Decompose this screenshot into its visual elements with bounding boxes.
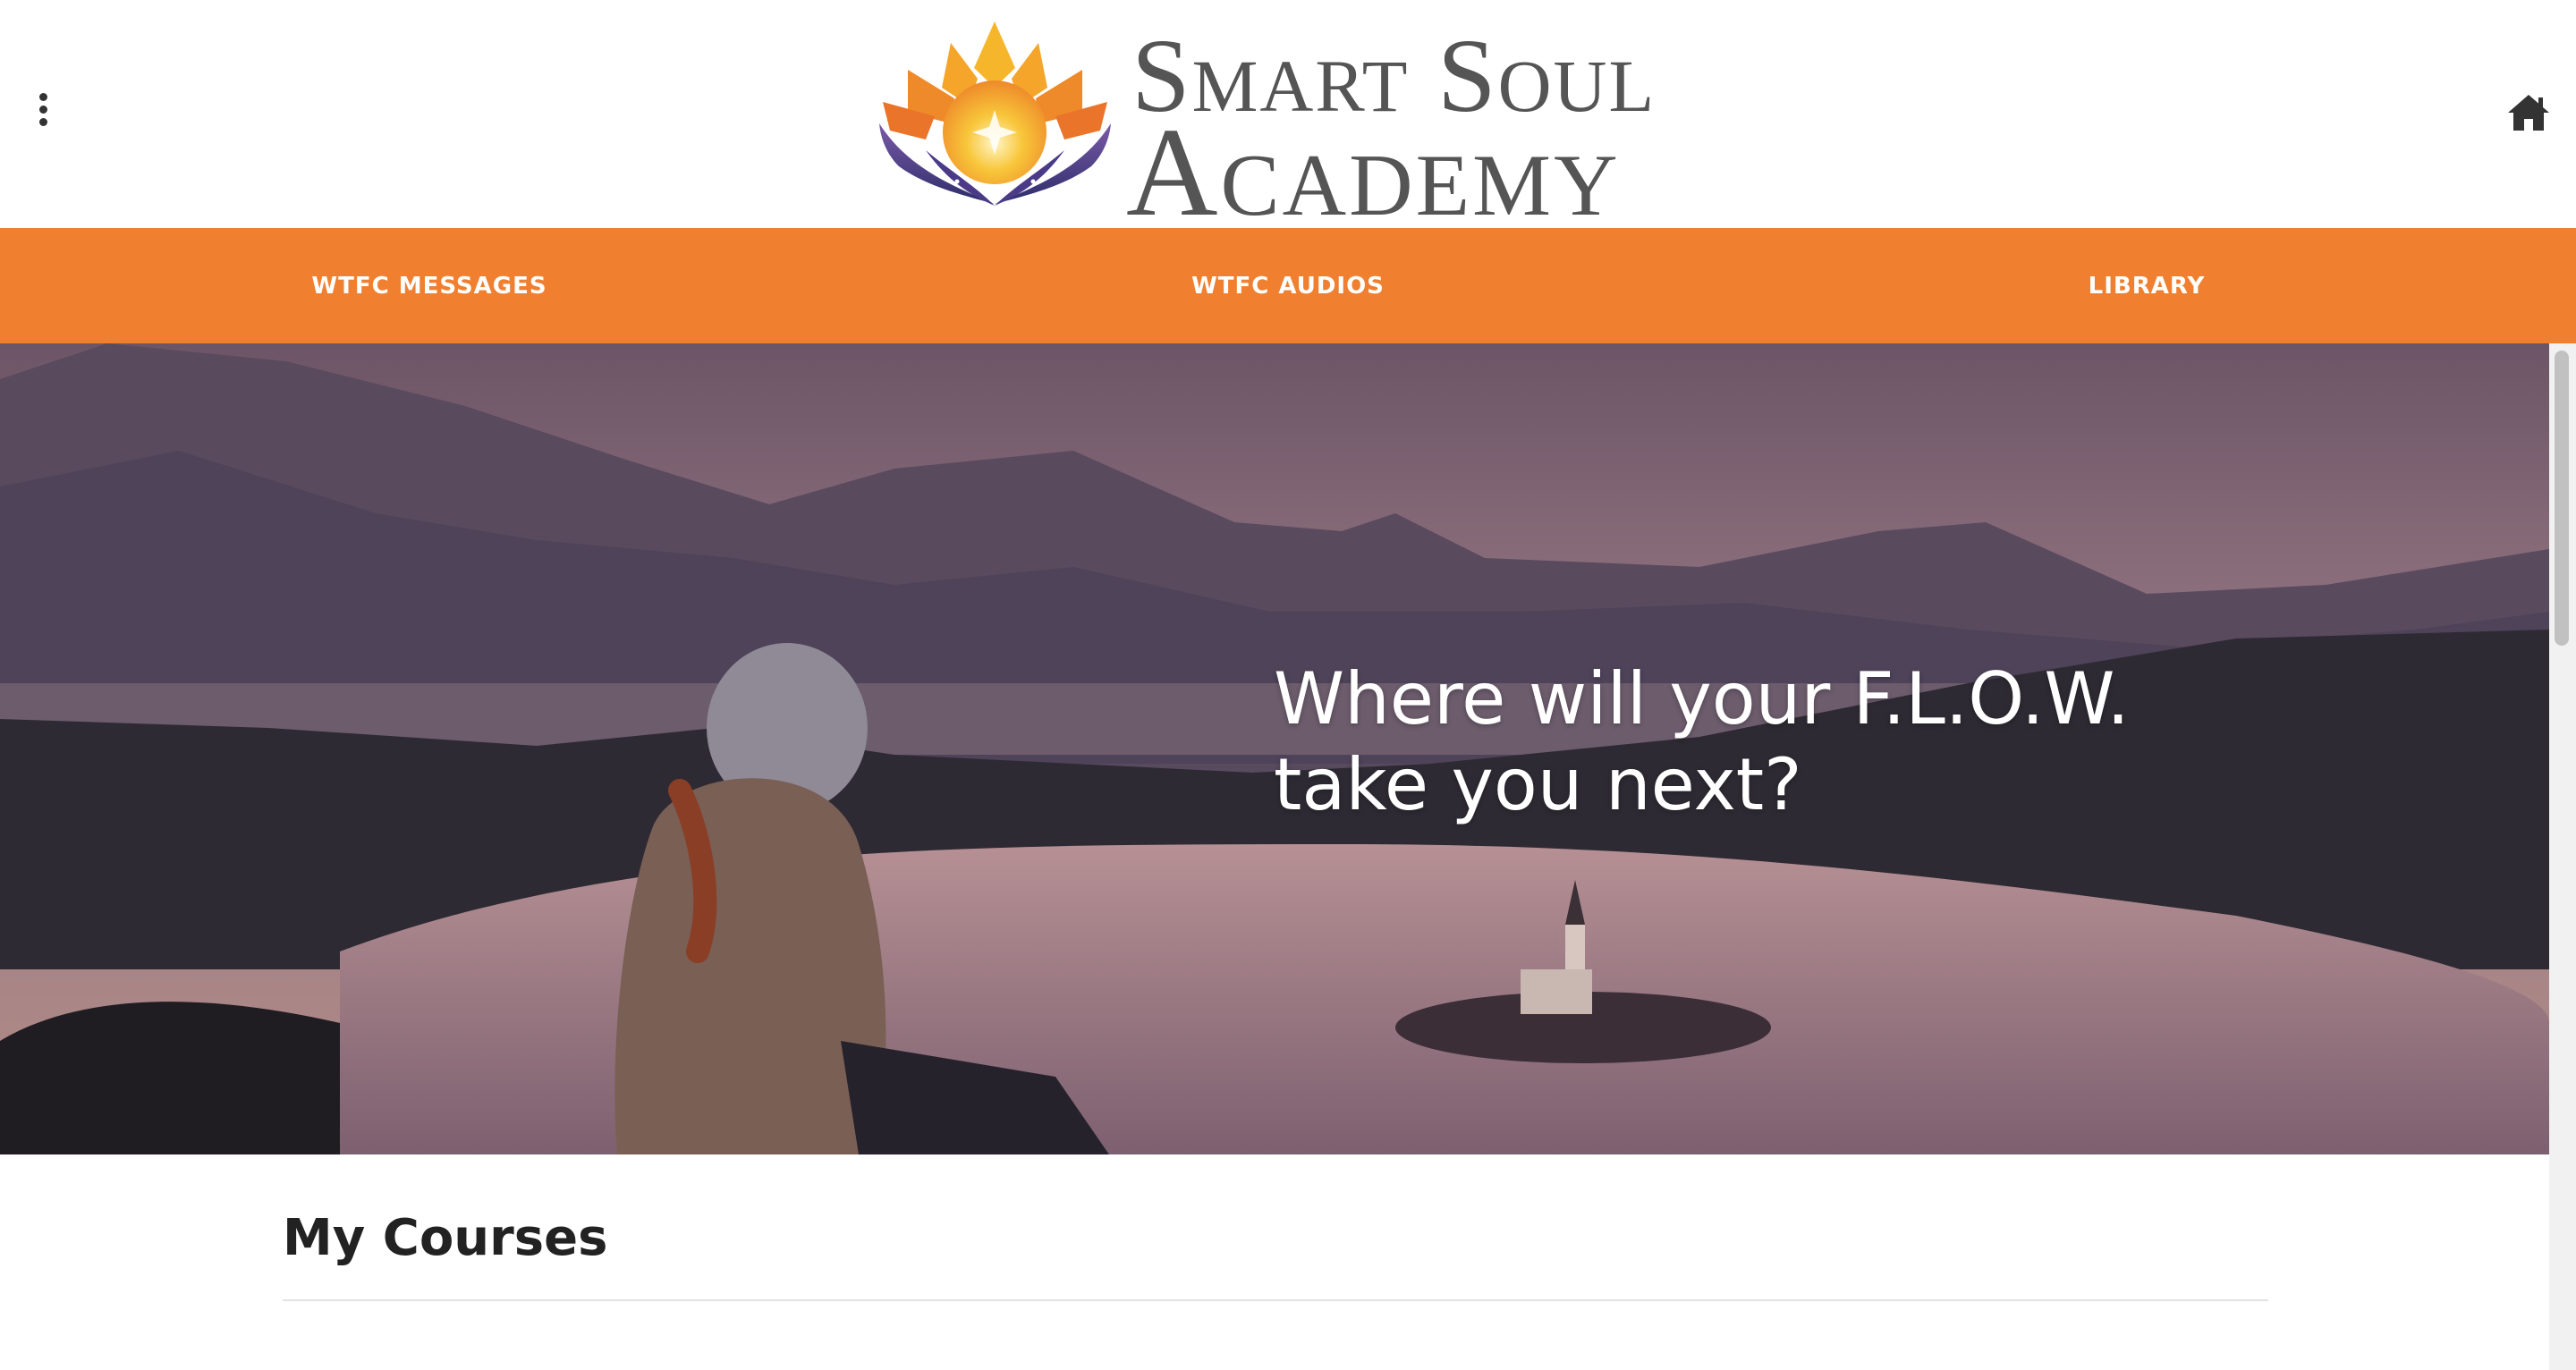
hero-banner: Where will your F.L.O.W. take you next? [0,343,2549,1154]
nav-item-library[interactable]: LIBRARY [1717,228,2576,343]
logo-text-line2: Academy [1126,101,1621,242]
more-vertical-icon[interactable] [30,93,55,132]
lotus-logo-icon [879,21,1111,206]
hero-headline: Where will your F.L.O.W. take you next? [1274,656,2130,828]
hero-headline-line1: Where will your F.L.O.W. [1274,657,2130,740]
hero-headline-line2: take you next? [1274,743,1802,826]
nav-item-wtfc-messages[interactable]: WTFC MESSAGES [0,228,859,343]
section-divider [283,1299,2268,1301]
site-logo[interactable]: Smart Soul Academy [872,16,1713,235]
nav-item-wtfc-audios[interactable]: WTFC AUDIOS [859,228,1717,343]
site-header: Smart Soul Academy [0,0,2576,235]
scrollbar-thumb[interactable] [2555,351,2569,646]
main-nav: WTFC MESSAGES WTFC AUDIOS LIBRARY [0,228,2576,343]
courses-heading: My Courses [283,1209,608,1267]
home-icon[interactable] [2506,93,2551,132]
page-scrollbar[interactable] [2549,343,2576,1370]
